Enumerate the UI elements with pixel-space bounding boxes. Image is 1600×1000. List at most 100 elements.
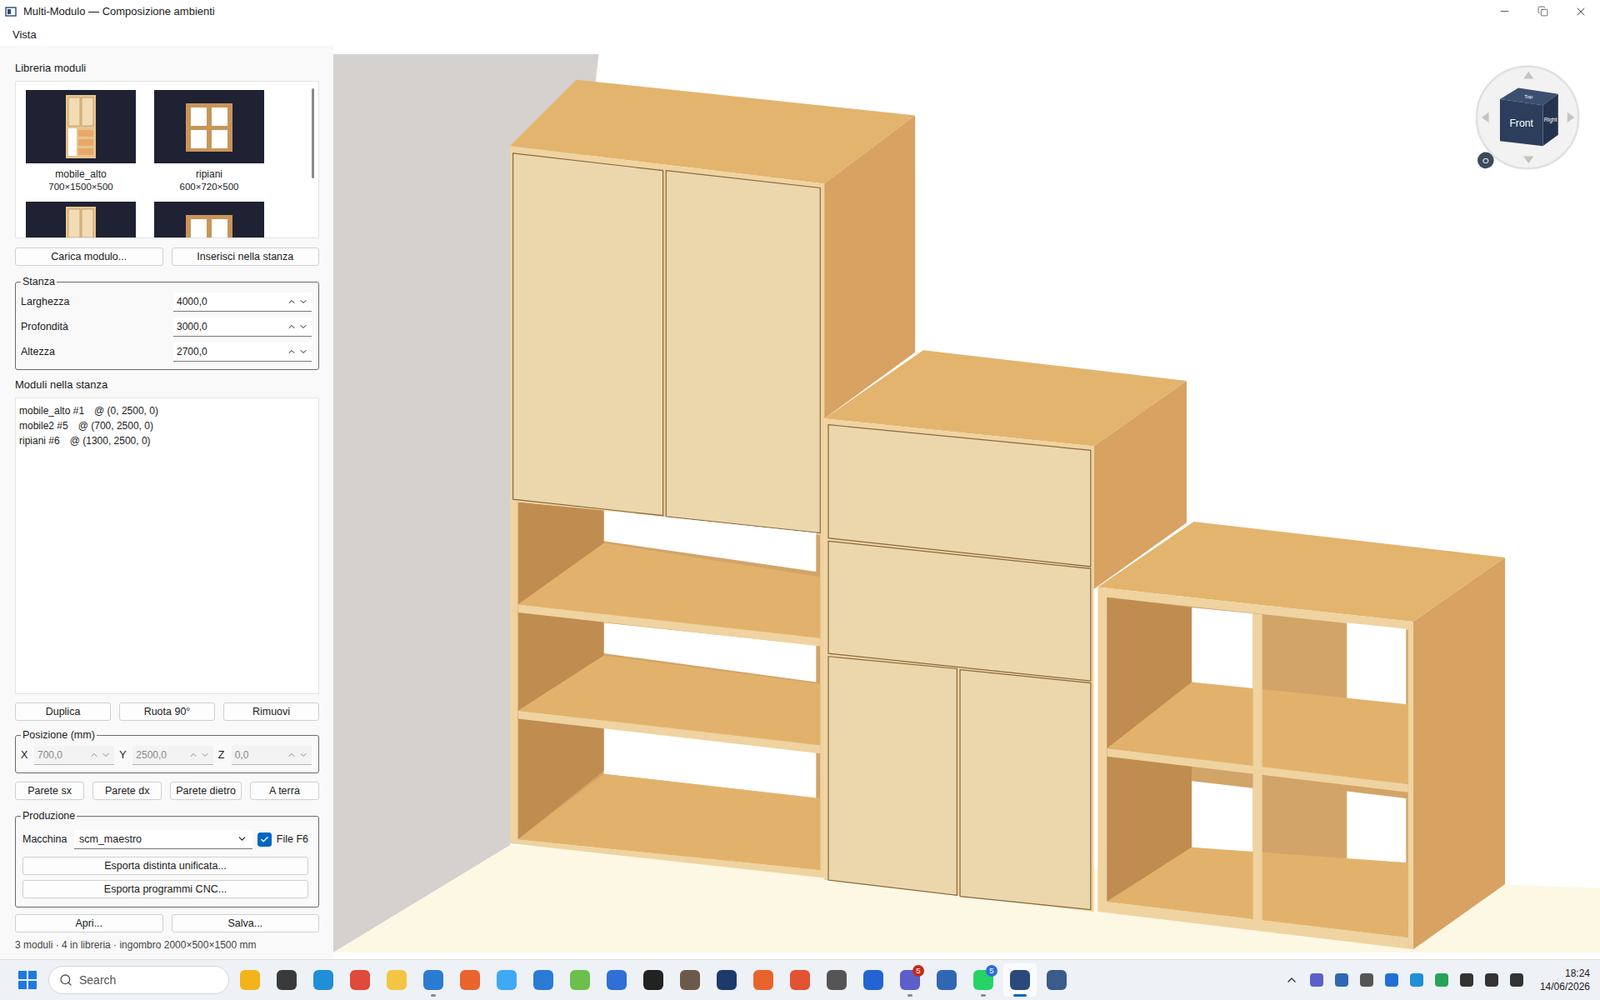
group-title: Posizione (mm) bbox=[20, 729, 97, 741]
view-cube[interactable]: TopFrontRightO bbox=[1476, 66, 1579, 170]
module-row[interactable]: mobile2 #5@ (700, 2500, 0) bbox=[19, 418, 315, 434]
module-action-button[interactable]: Duplica bbox=[15, 702, 111, 721]
increment-icon[interactable] bbox=[286, 321, 297, 332]
export-button[interactable]: Esporta distinta unificata... bbox=[22, 856, 309, 875]
tray-icon[interactable] bbox=[1410, 973, 1424, 987]
snap-button[interactable]: Parete dietro bbox=[170, 781, 242, 800]
module-library: mobile_alto700×1500×500ripiani600×720×50… bbox=[15, 80, 320, 239]
cube-front[interactable] bbox=[1500, 99, 1543, 146]
decrement-icon[interactable] bbox=[298, 346, 309, 357]
menu-item[interactable]: Vista bbox=[12, 26, 37, 43]
file-button[interactable]: Salva... bbox=[171, 914, 320, 933]
tray-icon[interactable] bbox=[1460, 973, 1474, 987]
library-item[interactable]: mobile_alto700×1500×500 bbox=[25, 90, 136, 194]
library-button[interactable]: Carica modulo... bbox=[15, 247, 164, 266]
search-box[interactable]: Search bbox=[48, 965, 230, 995]
taskbar-app[interactable] bbox=[233, 963, 267, 997]
orbit-left-icon[interactable] bbox=[1481, 112, 1490, 123]
tray-icon[interactable] bbox=[1335, 973, 1349, 987]
tray-icon[interactable] bbox=[1435, 973, 1449, 987]
scene-3d[interactable]: TopFrontRightO bbox=[333, 54, 1600, 953]
orbit-up-icon[interactable] bbox=[1523, 71, 1534, 80]
spin-arrows[interactable] bbox=[286, 346, 309, 357]
app-icon bbox=[313, 970, 334, 990]
taskbar-app[interactable] bbox=[636, 963, 670, 997]
tray-icon[interactable] bbox=[1485, 973, 1499, 987]
orbit-ring[interactable] bbox=[1476, 66, 1579, 170]
increment-icon[interactable] bbox=[286, 346, 297, 357]
decrement-icon[interactable] bbox=[298, 321, 309, 332]
increment-icon[interactable] bbox=[286, 296, 297, 307]
decrement-icon bbox=[298, 750, 309, 760]
taskbar-app[interactable] bbox=[563, 963, 597, 997]
cube-right[interactable] bbox=[1542, 94, 1558, 146]
taskbar-app[interactable] bbox=[416, 963, 450, 997]
snap-button[interactable]: A terra bbox=[250, 781, 320, 800]
module-list: mobile_alto #1@ (0, 2500, 0)mobile2 #5@ … bbox=[15, 397, 320, 695]
taskbar-app[interactable] bbox=[526, 963, 560, 997]
f6-checkbox[interactable]: File F6 bbox=[257, 832, 309, 847]
taskbar-app[interactable] bbox=[453, 963, 487, 997]
cabinet-interior bbox=[518, 502, 821, 870]
snap-button[interactable]: Parete dx bbox=[92, 781, 162, 800]
library-item-size: 700×1500×500 bbox=[48, 180, 113, 194]
minimize-button[interactable] bbox=[1485, 0, 1524, 23]
taskbar-app[interactable] bbox=[930, 963, 964, 997]
taskbar-app[interactable] bbox=[820, 963, 854, 997]
library-item[interactable] bbox=[154, 201, 265, 239]
start-button[interactable] bbox=[10, 963, 45, 997]
module-row[interactable]: ripiani #6@ (1300, 2500, 0) bbox=[19, 433, 315, 449]
machine-select[interactable]: scm_maestro bbox=[74, 830, 253, 850]
taskbar-app[interactable] bbox=[1003, 963, 1037, 997]
taskbar-app[interactable] bbox=[710, 963, 744, 997]
taskbar-app[interactable]: 5 bbox=[893, 963, 927, 997]
taskbar-app[interactable] bbox=[783, 963, 817, 997]
cube-top-label: Top bbox=[1524, 93, 1533, 100]
library-scrollbar[interactable] bbox=[308, 81, 319, 238]
taskbar-app[interactable] bbox=[673, 963, 707, 997]
taskbar-app[interactable] bbox=[490, 963, 524, 997]
taskbar-app[interactable] bbox=[270, 963, 304, 997]
spin-field[interactable]: 4000,0 bbox=[173, 292, 312, 312]
spin-arrows[interactable] bbox=[286, 296, 309, 307]
library-button[interactable]: Inserisci nella stanza bbox=[171, 247, 320, 266]
spin-field[interactable]: 2700,0 bbox=[173, 342, 312, 362]
tray-icon[interactable] bbox=[1310, 973, 1324, 987]
taskbar-app[interactable] bbox=[380, 963, 414, 997]
file-button[interactable]: Apri... bbox=[15, 914, 164, 933]
taskbar-app[interactable] bbox=[746, 963, 780, 997]
tray-icon[interactable] bbox=[1360, 973, 1374, 987]
decrement-icon[interactable] bbox=[298, 296, 309, 307]
orbit-right-icon[interactable] bbox=[1567, 112, 1575, 123]
spin-field[interactable]: 3000,0 bbox=[173, 317, 312, 337]
restore-button[interactable] bbox=[1523, 0, 1562, 23]
viewport-3d[interactable]: TopFrontRightO bbox=[333, 54, 1600, 953]
cabinet-door bbox=[828, 656, 957, 896]
module-action-button[interactable]: Rimuovi bbox=[223, 702, 320, 721]
tray-icon[interactable] bbox=[1510, 973, 1524, 987]
cabinet[interactable] bbox=[1097, 521, 1505, 950]
taskbar-app[interactable] bbox=[600, 963, 634, 997]
spin-arrows[interactable] bbox=[286, 321, 309, 332]
module-action-button[interactable]: Ruota 90° bbox=[119, 702, 215, 721]
home-button[interactable] bbox=[1477, 152, 1495, 170]
module-row[interactable]: mobile_alto #1@ (0, 2500, 0) bbox=[19, 403, 315, 419]
tray-overflow-icon[interactable] bbox=[1285, 973, 1299, 987]
taskbar-app[interactable] bbox=[343, 963, 377, 997]
tray-icon[interactable] bbox=[1385, 973, 1399, 987]
checkbox-box[interactable] bbox=[257, 832, 272, 847]
clock[interactable]: 18:2414/06/2026 bbox=[1540, 966, 1590, 994]
taskbar-app[interactable] bbox=[306, 963, 340, 997]
scrollbar-thumb[interactable] bbox=[311, 88, 315, 179]
taskbar-app[interactable]: 5 bbox=[966, 963, 1000, 997]
close-button[interactable] bbox=[1561, 0, 1600, 23]
export-button[interactable]: Esporta programmi CNC... bbox=[22, 880, 309, 899]
taskbar-app[interactable] bbox=[1040, 963, 1074, 997]
main-area: Libreria modulimobile_alto700×1500×500ri… bbox=[0, 45, 1600, 960]
increment-icon bbox=[89, 750, 100, 760]
snap-button[interactable]: Parete sx bbox=[15, 781, 85, 800]
library-item[interactable] bbox=[25, 201, 136, 239]
taskbar-app[interactable] bbox=[856, 963, 890, 997]
orbit-down-icon[interactable] bbox=[1523, 156, 1534, 165]
library-item[interactable]: ripiani600×720×500 bbox=[154, 90, 265, 194]
